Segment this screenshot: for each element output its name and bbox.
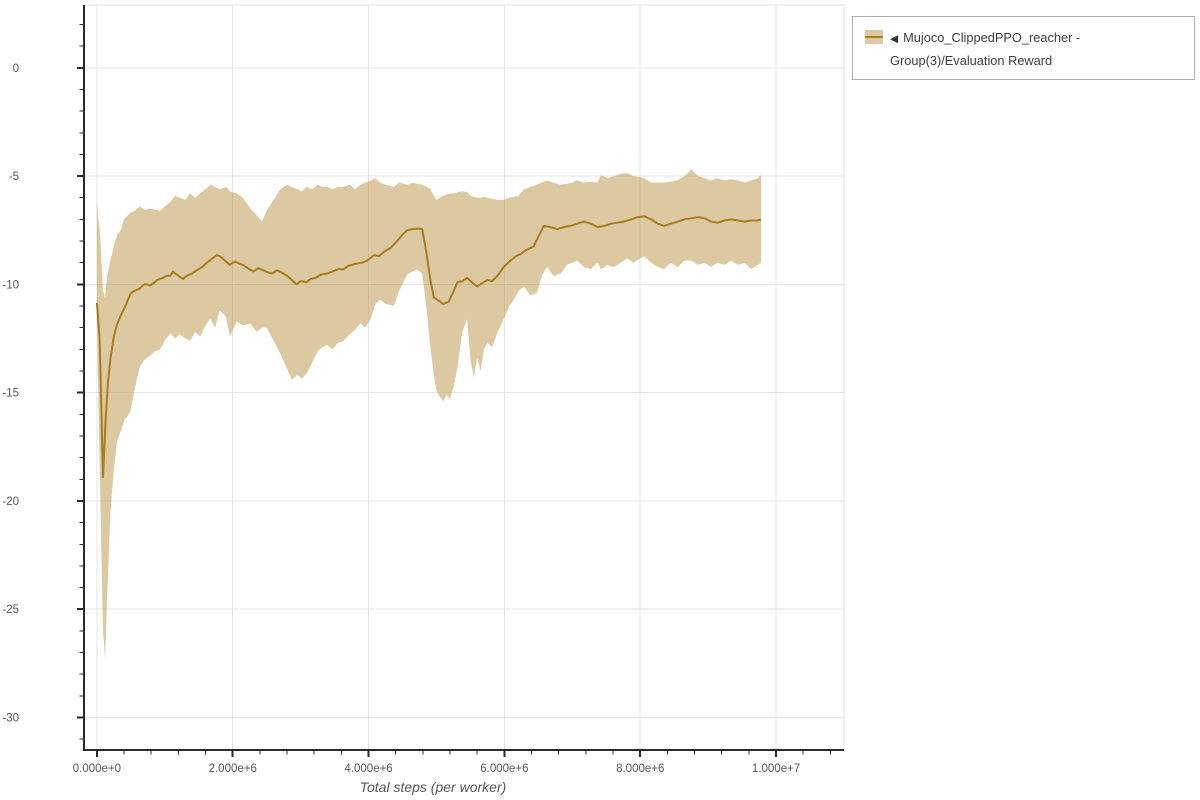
confidence-band xyxy=(96,169,762,659)
y-tick-label: -20 xyxy=(2,496,19,508)
legend: ◀ Mujoco_ClippedPPO_reacher - Group(3)/Ev… xyxy=(852,16,1195,80)
x-axis-title: Total steps (per worker) xyxy=(359,779,507,795)
legend-collapse-icon[interactable]: ◀ xyxy=(890,33,898,45)
legend-item[interactable]: ◀ Mujoco_ClippedPPO_reacher - Group(3)/Ev… xyxy=(853,17,1194,79)
y-tick-label: -10 xyxy=(2,279,19,291)
x-tick-label: 4.000e+6 xyxy=(344,763,392,775)
legend-swatch-line-icon xyxy=(865,35,883,38)
y-tick-label: -15 xyxy=(2,388,19,400)
chart-container: 0.000e+0 2.000e+6 4.000e+6 6.000e+6 8.000e+6… xyxy=(0,0,1200,800)
y-tick-label: -30 xyxy=(2,713,19,725)
x-tick-label: 6.000e+6 xyxy=(480,763,528,775)
legend-swatch xyxy=(865,30,883,44)
x-tick-label: 8.000e+6 xyxy=(616,763,664,775)
y-tick-label: 0 xyxy=(13,63,19,75)
chart-canvas: 0.000e+0 2.000e+6 4.000e+6 6.000e+6 8.000e+6… xyxy=(2,4,845,775)
x-tick-label: 1.000e+7 xyxy=(752,763,800,775)
x-tick-label: 0.000e+0 xyxy=(73,763,121,775)
x-tick-label: 2.000e+6 xyxy=(209,763,257,775)
legend-label: ◀ Mujoco_ClippedPPO_reacher - Group(3)/Ev… xyxy=(890,27,1188,71)
y-tick-label: -25 xyxy=(2,604,19,616)
legend-label-text: Mujoco_ClippedPPO_reacher - Group(3)/Eva… xyxy=(890,30,1081,68)
y-tick-label: -5 xyxy=(9,171,19,183)
